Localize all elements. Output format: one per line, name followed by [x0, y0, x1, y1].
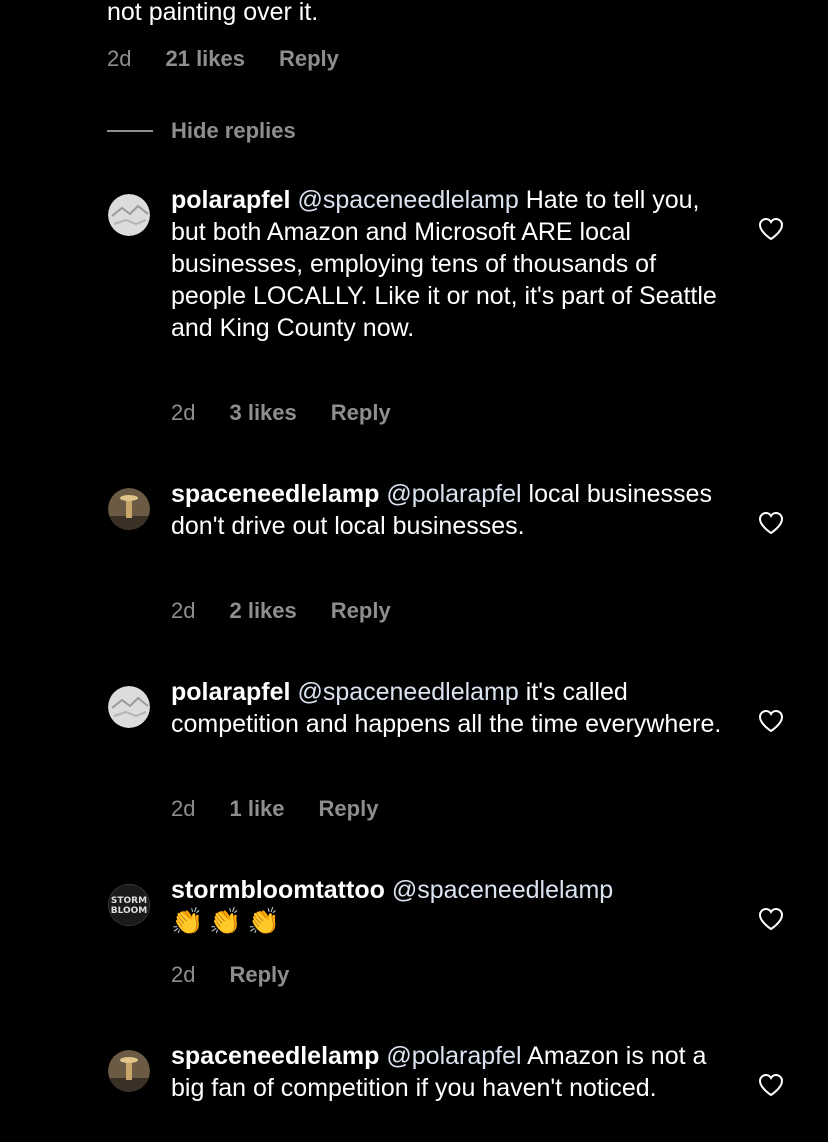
mention-link[interactable]: @spaceneedlelamp — [297, 186, 518, 214]
username[interactable]: stormbloomtattoo — [171, 876, 385, 904]
svg-text:STORM: STORM — [111, 896, 147, 906]
svg-text:BLOOM: BLOOM — [111, 906, 148, 916]
heart-outline-icon[interactable] — [758, 1073, 784, 1097]
reply-button[interactable]: Reply — [331, 400, 391, 426]
avatar[interactable]: STORM BLOOM — [108, 884, 150, 926]
comment-time: 2d — [171, 796, 196, 821]
username[interactable]: spaceneedlelamp — [171, 480, 379, 508]
username[interactable]: spaceneedlelamp — [171, 1042, 379, 1070]
comment-time: 2d — [107, 46, 132, 71]
comment-likes[interactable]: 3 likes — [229, 400, 296, 426]
avatar[interactable] — [108, 194, 150, 236]
heart-outline-icon[interactable] — [758, 709, 784, 733]
avatar[interactable] — [108, 1050, 150, 1092]
avatar[interactable] — [108, 488, 150, 530]
heart-outline-icon[interactable] — [758, 217, 784, 241]
avatar[interactable] — [108, 686, 150, 728]
comment-time: 2d — [171, 400, 196, 425]
reply-meta: 2d 2 likes Reply — [171, 598, 391, 624]
reply-button[interactable]: Reply — [331, 598, 391, 624]
reply-text: polarapfel @spaceneedlelamp Hate to tell… — [171, 184, 727, 344]
comment-time: 2d — [171, 962, 196, 987]
reply-text: polarapfel @spaceneedlelamp it's called … — [171, 676, 727, 740]
mention-link[interactable]: @spaceneedlelamp — [392, 876, 613, 904]
top-comment-meta: 2d 21 likes Reply — [107, 46, 339, 72]
reply-button[interactable]: Reply — [319, 796, 379, 822]
heart-outline-icon[interactable] — [758, 907, 784, 931]
mention-link[interactable]: @spaceneedlelamp — [297, 678, 518, 706]
clapping-hands-emoji: 👏👏👏 — [171, 907, 287, 937]
heart-outline-icon[interactable] — [758, 511, 784, 535]
reply-button[interactable]: Reply — [279, 46, 339, 72]
username[interactable]: polarapfel — [171, 186, 290, 214]
reply-button[interactable]: Reply — [229, 962, 289, 988]
comment-likes[interactable]: 2 likes — [229, 598, 296, 624]
top-comment-text: not painting over it. — [107, 0, 319, 26]
comment-likes[interactable]: 21 likes — [165, 46, 245, 72]
comment-likes[interactable]: 1 like — [229, 796, 284, 822]
reply-meta: 2d 3 likes Reply — [171, 400, 391, 426]
reply-meta: 2d Reply — [171, 962, 289, 988]
hide-replies-button[interactable]: Hide replies — [107, 118, 296, 144]
reply-meta: 2d 1 like Reply — [171, 796, 378, 822]
reply-text: spaceneedlelamp @polarapfel Amazon is no… — [171, 1040, 727, 1104]
reply-text: spaceneedlelamp @polarapfel local busine… — [171, 478, 727, 542]
hide-replies-label: Hide replies — [171, 118, 296, 143]
reply-text: stormbloomtattoo @spaceneedlelamp 👏👏👏 — [171, 874, 727, 938]
mention-link[interactable]: @polarapfel — [386, 1042, 521, 1070]
username[interactable]: polarapfel — [171, 678, 290, 706]
comment-time: 2d — [171, 598, 196, 623]
mention-link[interactable]: @polarapfel — [386, 480, 521, 508]
hide-replies-line — [107, 130, 153, 132]
